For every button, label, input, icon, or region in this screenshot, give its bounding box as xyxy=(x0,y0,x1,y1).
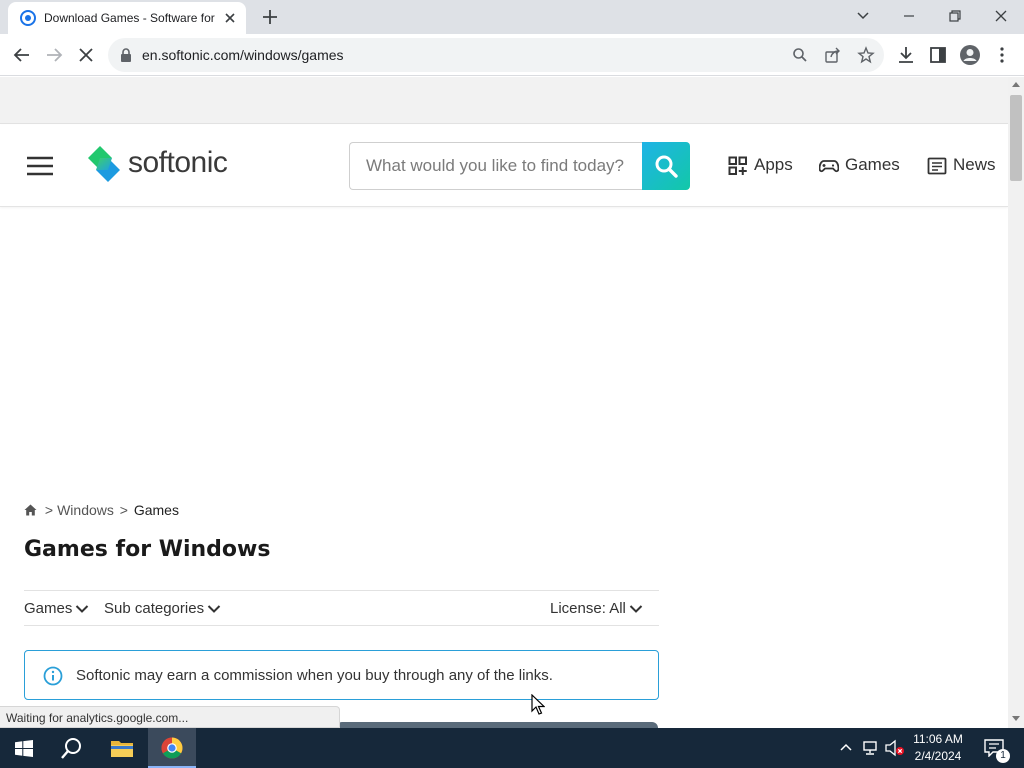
category-filter-dropdown[interactable]: Games xyxy=(24,600,89,617)
category-filter-label: Games xyxy=(24,600,73,617)
site-header: softonic Apps Games xyxy=(0,125,1008,207)
hamburger-menu-icon[interactable] xyxy=(26,155,54,177)
close-window-icon[interactable] xyxy=(987,4,1015,28)
taskbar-clock[interactable]: 11:06 AM 2/4/2024 xyxy=(906,731,970,765)
home-icon[interactable] xyxy=(24,504,37,516)
logo-wordmark: softonic xyxy=(128,146,228,179)
browser-tab-strip: Download Games - Software for xyxy=(0,0,1024,34)
stop-loading-icon[interactable] xyxy=(75,44,97,66)
minimize-icon[interactable] xyxy=(895,4,923,28)
start-button[interactable] xyxy=(0,728,48,768)
breadcrumb-separator: > xyxy=(44,502,54,518)
breadcrumb-windows[interactable]: Windows xyxy=(57,502,114,518)
nav-games-label: Games xyxy=(845,155,900,174)
info-icon xyxy=(43,666,63,686)
file-explorer-taskbar-button[interactable] xyxy=(98,728,146,768)
scrollbar-thumb[interactable] xyxy=(1010,95,1022,181)
chrome-menu-icon[interactable] xyxy=(991,44,1013,66)
browser-status-bar: Waiting for analytics.google.com... xyxy=(0,706,340,728)
chrome-icon xyxy=(161,737,183,759)
lock-icon xyxy=(121,48,131,62)
notification-count-badge: 1 xyxy=(996,749,1010,763)
volume-muted-icon[interactable] xyxy=(885,739,905,757)
softonic-logo[interactable]: softonic xyxy=(86,144,236,186)
windows-logo-icon xyxy=(15,740,33,757)
news-icon xyxy=(927,157,947,175)
page-viewport: softonic Apps Games xyxy=(0,77,1008,728)
license-filter-dropdown[interactable]: License: All xyxy=(550,600,643,617)
site-search-button[interactable] xyxy=(642,142,690,190)
folder-icon xyxy=(111,741,133,757)
address-bar[interactable]: en.softonic.com/windows/games xyxy=(108,38,884,72)
subcategories-filter-label: Sub categories xyxy=(104,600,205,617)
windows-taskbar: 11:06 AM 2/4/2024 1 xyxy=(0,728,1024,768)
show-hidden-icons-chevron-icon[interactable] xyxy=(839,742,853,752)
gamepad-icon xyxy=(819,160,839,173)
affiliate-notice-text: Softonic may earn a commission when you … xyxy=(76,667,553,684)
filter-bar: Games Sub categories License: All xyxy=(24,590,659,626)
profile-avatar-icon[interactable] xyxy=(959,44,981,66)
zoom-search-icon[interactable] xyxy=(792,47,808,63)
side-panel-icon[interactable] xyxy=(927,44,949,66)
download-icon[interactable] xyxy=(895,44,917,66)
license-filter-label: License: All xyxy=(550,600,626,617)
restore-icon[interactable] xyxy=(941,4,969,28)
page-title: Games for Windows xyxy=(24,537,271,562)
scroll-up-icon[interactable] xyxy=(1012,81,1020,87)
url-text[interactable]: en.softonic.com/windows/games xyxy=(142,47,344,63)
ad-banner-area xyxy=(0,77,1008,124)
apps-grid-icon xyxy=(728,156,747,175)
new-tab-icon[interactable] xyxy=(258,6,282,28)
forward-arrow-icon[interactable] xyxy=(43,44,65,66)
tab-search-chevron-icon[interactable] xyxy=(849,4,877,28)
breadcrumb: > Windows > Games xyxy=(24,502,179,518)
search-icon xyxy=(655,155,678,178)
clock-time: 11:06 AM xyxy=(913,732,963,746)
chevron-down-icon xyxy=(629,605,643,613)
network-icon[interactable] xyxy=(862,740,880,756)
affiliate-notice: Softonic may earn a commission when you … xyxy=(24,650,659,700)
scroll-down-icon[interactable] xyxy=(1012,716,1020,722)
site-search-input[interactable] xyxy=(349,142,643,190)
search-icon xyxy=(61,738,81,759)
chrome-taskbar-button[interactable] xyxy=(148,728,196,768)
nav-apps-label: Apps xyxy=(754,155,793,174)
tab-title: Download Games - Software for xyxy=(44,11,215,25)
browser-toolbar: en.softonic.com/windows/games xyxy=(0,34,1024,76)
breadcrumb-separator: > xyxy=(119,502,128,518)
taskbar-search-button[interactable] xyxy=(48,728,96,768)
softonic-favicon-icon xyxy=(20,10,36,26)
clock-date: 2/4/2024 xyxy=(914,749,962,763)
mouse-cursor-icon xyxy=(531,694,545,715)
breadcrumb-games: Games xyxy=(133,502,179,518)
chevron-down-icon xyxy=(207,605,221,613)
subcategories-filter-dropdown[interactable]: Sub categories xyxy=(104,600,221,617)
chevron-down-icon xyxy=(76,605,89,613)
action-center-button[interactable]: 1 xyxy=(976,728,1016,768)
browser-tab[interactable]: Download Games - Software for xyxy=(8,2,246,34)
softonic-logo-icon xyxy=(88,146,120,182)
close-tab-icon[interactable] xyxy=(222,10,238,26)
nav-news-label: News xyxy=(953,155,996,174)
share-icon[interactable] xyxy=(824,47,842,63)
page-scrollbar[interactable] xyxy=(1008,77,1024,728)
bookmark-star-icon[interactable] xyxy=(857,46,875,64)
back-arrow-icon[interactable] xyxy=(11,44,33,66)
